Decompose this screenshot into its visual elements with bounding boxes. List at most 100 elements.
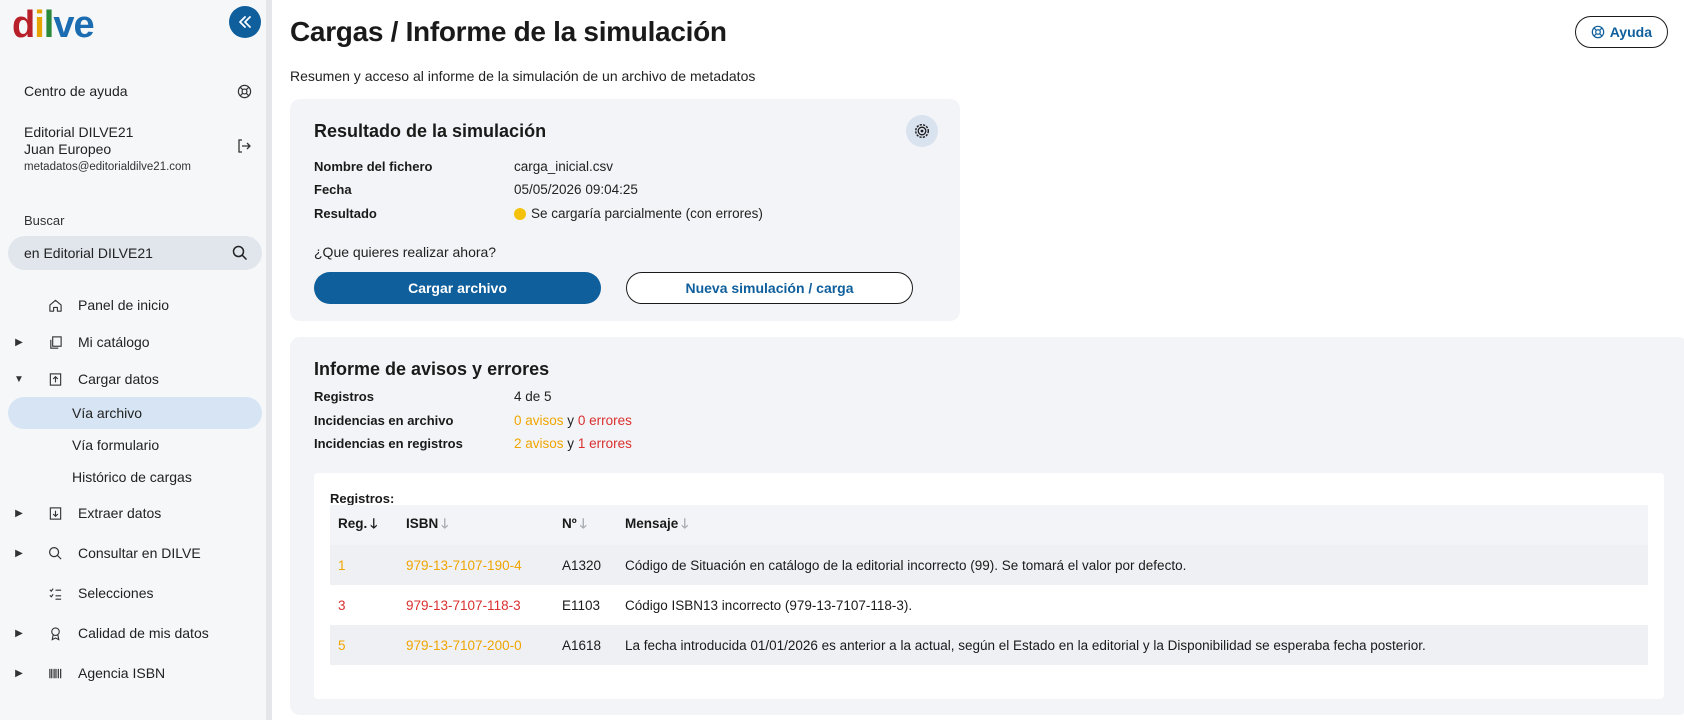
nav-agencia-isbn[interactable]: ▶ Agencia ISBN — [8, 657, 262, 689]
arrow-down-icon: 🡓 — [579, 515, 587, 531]
logout-icon[interactable] — [236, 138, 252, 159]
conjunction: y — [567, 436, 575, 451]
expand-caret-icon[interactable]: ▶ — [8, 508, 30, 519]
checklist-icon — [44, 586, 66, 601]
user-company: Editorial DILVE21 — [24, 124, 134, 140]
records-row: Registros 4 de 5 — [314, 389, 552, 404]
upload-file-button[interactable]: Cargar archivo — [314, 272, 601, 304]
nav-mi-catalogo[interactable]: ▶ Mi catálogo — [8, 326, 262, 358]
page-title: Cargas / Informe de la simulación — [290, 16, 727, 47]
result-row: Resultado Se cargaría parcialmente (con … — [314, 206, 763, 221]
help-button-label: Ayuda — [1609, 24, 1652, 40]
sidebar: dilve Centro de ayuda Editorial DILVE21 … — [0, 0, 272, 720]
new-simulation-button[interactable]: Nueva simulación / carga — [626, 272, 913, 304]
column-header-number[interactable]: Nº 🡓 — [554, 505, 617, 545]
simulation-result-card: Resultado de la simulación Nombre del fi… — [290, 99, 960, 321]
user-name: Juan Europeo — [24, 141, 112, 157]
column-header-reg[interactable]: Reg. 🡓 — [330, 505, 398, 545]
settings-button[interactable] — [906, 115, 938, 147]
upload-icon — [44, 372, 66, 387]
expand-caret-icon[interactable]: ▶ — [8, 628, 30, 639]
nav-via-archivo[interactable]: Vía archivo — [8, 397, 262, 429]
column-label: Reg. — [338, 515, 368, 531]
cell-isbn[interactable]: 979-13-7107-200-0 — [398, 625, 554, 665]
column-label: Nº — [562, 515, 577, 531]
logo-letter: d — [12, 4, 35, 46]
record-issues-label: Incidencias en registros — [314, 436, 463, 451]
nav-cargar-datos[interactable]: ▼ Cargar datos — [8, 363, 262, 395]
table-row[interactable]: 3 979-13-7107-118-3 E1103 Código ISBN13 … — [330, 585, 1648, 625]
help-center-label: Centro de ayuda — [24, 83, 128, 99]
nav-label: Cargar datos — [78, 371, 159, 387]
expand-caret-icon[interactable]: ▶ — [8, 668, 30, 679]
records-table: Reg. 🡓 ISBN 🡓 Nº 🡓 Mensaje 🡓 1 979-13-7107-1… — [330, 505, 1648, 665]
copy-icon — [44, 335, 66, 350]
user-email: metadatos@editorialdilve21.com — [24, 161, 192, 173]
cell-reg: 3 — [338, 597, 346, 613]
records-label: Registros — [314, 389, 374, 404]
nav-selecciones[interactable]: Selecciones — [8, 577, 262, 609]
column-header-message[interactable]: Mensaje 🡓 — [617, 505, 1648, 545]
nav-consultar-dilve[interactable]: ▶ Consultar en DILVE — [8, 537, 262, 569]
filename-label: Nombre del fichero — [314, 159, 433, 174]
search-icon[interactable] — [232, 245, 248, 261]
user-info: Editorial DILVE21 Juan Europeo metadatos… — [24, 124, 252, 173]
search-input[interactable] — [24, 245, 224, 261]
report-title: Informe de avisos y errores — [314, 359, 550, 379]
column-header-isbn[interactable]: ISBN 🡓 — [398, 505, 554, 545]
filename-value: carga_inicial.csv — [514, 159, 614, 174]
nav-label: Mi catálogo — [78, 334, 150, 350]
help-center-link[interactable]: Centro de ayuda — [24, 83, 252, 99]
record-warnings-count: 2 avisos — [514, 436, 564, 451]
arrow-down-icon: 🡓 — [681, 515, 689, 531]
record-errors-count: 1 errores — [577, 436, 632, 451]
logo-letter: v — [53, 4, 74, 46]
nav-label: Calidad de mis datos — [78, 625, 209, 641]
records-table-caption: Registros: — [330, 491, 395, 506]
nav-panel-de-inicio[interactable]: Panel de inicio — [8, 289, 262, 321]
records-table-panel: Registros: Reg.🡓 ISBN🡓 Nº🡓 Mensaje🡓 — [314, 473, 1664, 699]
warnings-errors-report-card: Informe de avisos y errores Registros 4 … — [290, 337, 1684, 715]
logo-letter: e — [73, 4, 94, 46]
lifebuoy-icon — [237, 84, 252, 98]
conjunction: y — [567, 413, 575, 428]
file-issues-label: Incidencias en archivo — [314, 413, 454, 428]
cell-reg: 5 — [338, 637, 346, 653]
records-value: 4 de 5 — [514, 389, 552, 404]
table-row[interactable]: 5 979-13-7107-200-0 A1618 La fecha intro… — [330, 625, 1648, 665]
nav-historico-cargas[interactable]: Histórico de cargas — [8, 461, 262, 493]
cell-code: A1618 — [562, 637, 602, 653]
collapse-sidebar-button[interactable] — [229, 6, 261, 38]
award-icon — [44, 626, 66, 641]
cell-reg: 1 — [338, 557, 346, 573]
nav-via-formulario[interactable]: Vía formulario — [8, 429, 262, 461]
nav-extraer-datos[interactable]: ▶ Extraer datos — [8, 497, 262, 529]
collapse-caret-icon[interactable]: ▼ — [8, 374, 30, 385]
nav-label: Histórico de cargas — [72, 469, 192, 485]
lifebuoy-icon — [1591, 25, 1605, 39]
cell-isbn[interactable]: 979-13-7107-190-4 — [398, 545, 554, 585]
search-label: Buscar — [24, 213, 65, 228]
search-box[interactable] — [8, 236, 262, 270]
column-label: Mensaje — [625, 515, 679, 531]
expand-caret-icon[interactable]: ▶ — [8, 337, 30, 348]
file-errors-count: 0 errores — [577, 413, 632, 428]
cell-isbn[interactable]: 979-13-7107-118-3 — [398, 585, 554, 625]
dilve-logo[interactable]: dilve — [12, 4, 95, 46]
help-button[interactable]: Ayuda — [1574, 16, 1668, 48]
nav-label: Extraer datos — [78, 505, 162, 521]
expand-caret-icon[interactable]: ▶ — [8, 548, 30, 559]
search-icon — [44, 546, 66, 561]
cell-code: A1320 — [562, 557, 602, 573]
table-row[interactable]: 1 979-13-7107-190-4 A1320 Código de Situ… — [330, 545, 1648, 585]
status-dot — [514, 207, 526, 220]
cell-message: La fecha introducida 01/01/2026 es anter… — [625, 637, 1426, 653]
home-icon — [44, 298, 66, 313]
nav-label: Selecciones — [78, 585, 154, 601]
nav-calidad-datos[interactable]: ▶ Calidad de mis datos — [8, 617, 262, 649]
gear-icon — [914, 123, 930, 139]
file-issues-row: Incidencias en archivo 0 avisos y 0 erro… — [314, 413, 632, 428]
date-row: Fecha 05/05/2026 09:04:25 — [314, 182, 638, 197]
arrow-down-icon: 🡓 — [370, 515, 378, 531]
cell-message: Código de Situación en catálogo de la ed… — [625, 557, 1187, 573]
